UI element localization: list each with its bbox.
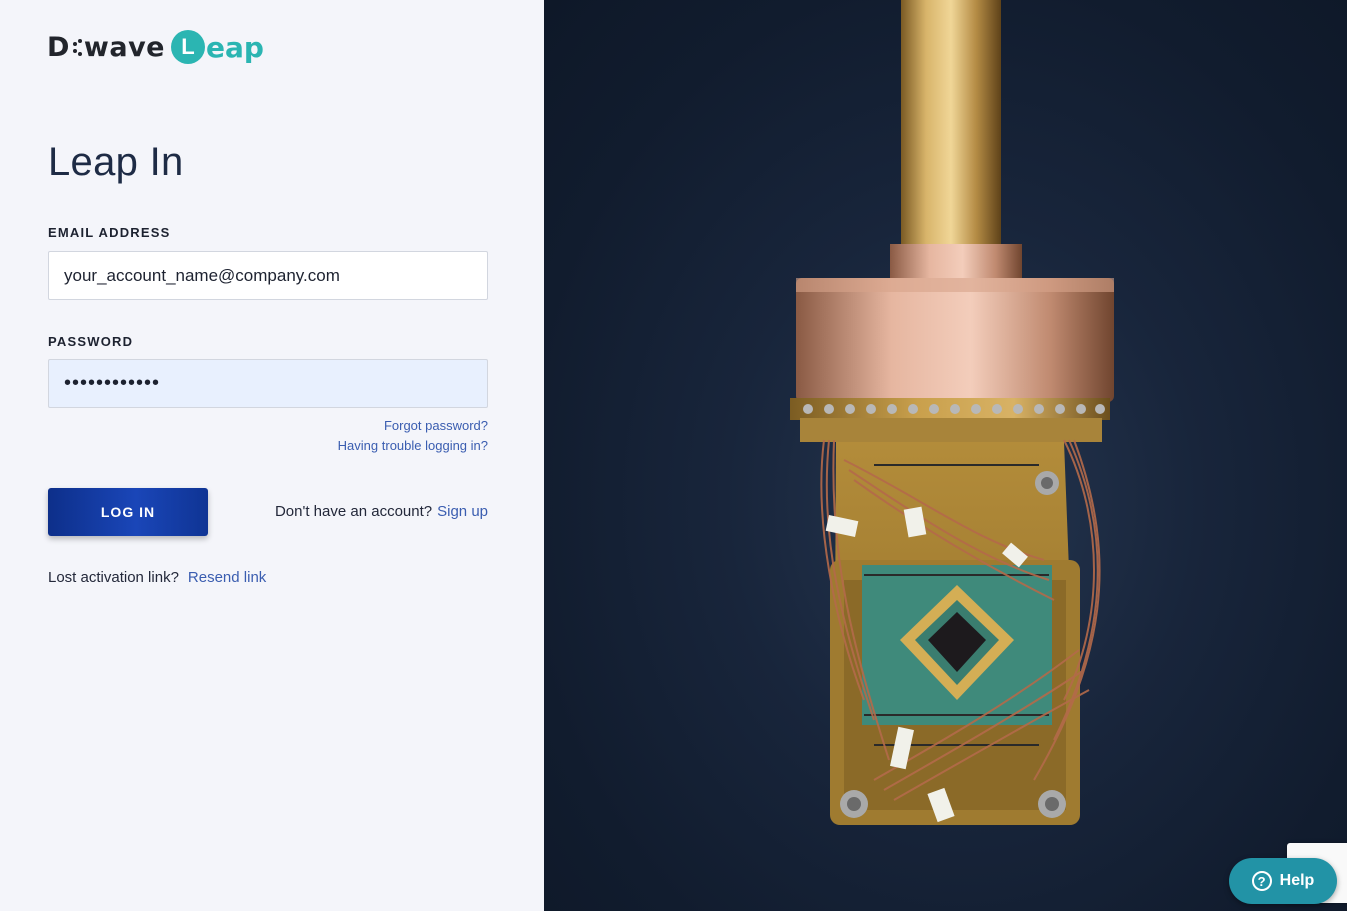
resend-prompt: Lost activation link? <box>48 569 179 586</box>
leap-wordmark-rest: eap <box>206 30 264 64</box>
signup-prompt: Don't have an account? <box>274 503 433 520</box>
forgot-password-link[interactable]: Forgot password? <box>384 418 488 433</box>
dwave-wordmark-wave: wave <box>83 31 165 63</box>
help-button[interactable]: ? Help <box>1229 858 1337 904</box>
help-label: Help <box>1279 872 1315 889</box>
signup-link[interactable]: Sign up <box>437 503 488 520</box>
leap-l-badge: L <box>171 30 205 64</box>
signup-row: Don't have an account? Sign up <box>48 503 488 520</box>
help-links: Forgot password? Having trouble logging … <box>48 416 488 460</box>
question-icon: ? <box>1251 871 1272 891</box>
password-field[interactable] <box>48 359 488 408</box>
hero-image-panel <box>544 0 1347 911</box>
dwave-wordmark-d: D <box>47 31 70 63</box>
page-title: Leap In <box>48 140 184 184</box>
trouble-logging-in-link[interactable]: Having trouble logging in? <box>338 438 488 453</box>
login-panel: D wave L eap Leap In EMAIL ADDRESS PASSW… <box>0 0 544 911</box>
dwave-leap-logo: D wave L eap <box>47 27 264 67</box>
email-label: EMAIL ADDRESS <box>48 225 171 240</box>
dwave-dots-icon <box>71 38 83 56</box>
password-label: PASSWORD <box>48 334 134 349</box>
resend-link[interactable]: Resend link <box>188 569 266 586</box>
leap-wordmark: L eap <box>171 30 264 64</box>
email-field[interactable] <box>48 251 488 300</box>
resend-row: Lost activation link? Resend link <box>48 569 266 586</box>
quantum-processor-image <box>790 0 1114 825</box>
